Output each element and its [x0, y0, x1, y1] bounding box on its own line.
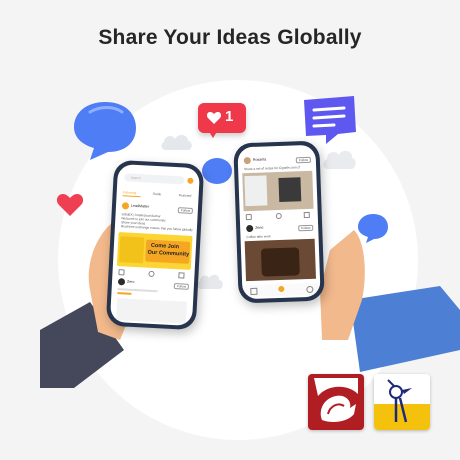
like-badge: 1 [198, 103, 246, 133]
comment-icon[interactable] [275, 212, 282, 220]
post-image[interactable] [116, 298, 188, 324]
comment-icon[interactable] [148, 270, 155, 278]
follow-button[interactable]: Follow [173, 283, 190, 290]
search-bar[interactable]: Search [124, 173, 185, 185]
avatar[interactable] [246, 224, 254, 233]
tab-guide[interactable]: Guide [153, 192, 162, 196]
avatar[interactable] [121, 202, 130, 210]
tab-featured[interactable]: Featured [179, 193, 192, 198]
profile-icon[interactable] [306, 285, 314, 294]
dragon-app-logo [308, 374, 364, 430]
notification-icon[interactable] [187, 177, 194, 184]
image-panel [278, 177, 302, 202]
bottom-nav [242, 282, 321, 298]
badge-pointer-icon [208, 130, 218, 138]
avatar[interactable] [243, 156, 251, 165]
chat-box-purple-icon [304, 96, 356, 144]
right-phone: Rosarita Follow Share a set of recipe fo… [233, 140, 325, 304]
tab-underline [122, 195, 141, 198]
post-image-coffee[interactable] [244, 238, 317, 282]
post-author[interactable]: Zero [127, 280, 135, 284]
banner-illustration [119, 236, 145, 264]
search-input[interactable]: Search [130, 176, 140, 181]
like-heart-icon [206, 112, 222, 124]
headline: Share Your Ideas Globally [98, 26, 362, 49]
follow-button[interactable]: Follow [177, 207, 194, 214]
tab-following[interactable]: Following [123, 190, 137, 195]
share-icon[interactable] [178, 272, 185, 279]
post-image-kitchen[interactable] [242, 170, 314, 212]
left-phone: Search Following Guide Featured LeadMatt… [105, 159, 205, 331]
post-author[interactable]: LeadMatter [131, 204, 149, 209]
left-phone-screen: Search Following Guide Featured LeadMatt… [109, 163, 201, 327]
cloud-icon [161, 135, 192, 150]
speech-bubble-blue-icon [74, 102, 136, 160]
image-window [244, 175, 268, 207]
post-author[interactable]: Zeno [255, 226, 263, 230]
bird-logo-icon [374, 374, 430, 430]
post-caption: Share a set of recipe for Cigarile.com.c… [244, 165, 301, 172]
like-count: 1 [225, 108, 234, 125]
home-icon[interactable] [250, 287, 258, 296]
dragon-logo-icon [308, 374, 364, 430]
follow-button[interactable]: Follow [295, 156, 312, 164]
bird-app-logo [374, 374, 430, 430]
cloud-icon [323, 150, 356, 169]
thumb-up-icon[interactable] [245, 213, 252, 221]
thumb-up-icon[interactable] [118, 269, 125, 276]
speech-bubble-small-blue-icon [202, 158, 232, 184]
post-author[interactable]: Rosarita [253, 157, 267, 161]
post-caption: Coffee after work [246, 234, 271, 240]
share-icon[interactable] [303, 211, 310, 219]
post-actions [118, 269, 188, 279]
add-post-icon[interactable] [278, 285, 285, 293]
right-phone-screen: Rosarita Follow Share a set of recipe fo… [237, 144, 321, 300]
avatar[interactable] [117, 278, 126, 286]
post-actions [245, 211, 316, 221]
image-cup [260, 247, 300, 277]
post-body-line: Real-time exchange ensure that you follo… [120, 224, 193, 232]
follow-button[interactable]: Follow [298, 224, 314, 232]
community-banner[interactable]: Come Join Our Community [116, 232, 193, 270]
post-tag [117, 292, 132, 295]
